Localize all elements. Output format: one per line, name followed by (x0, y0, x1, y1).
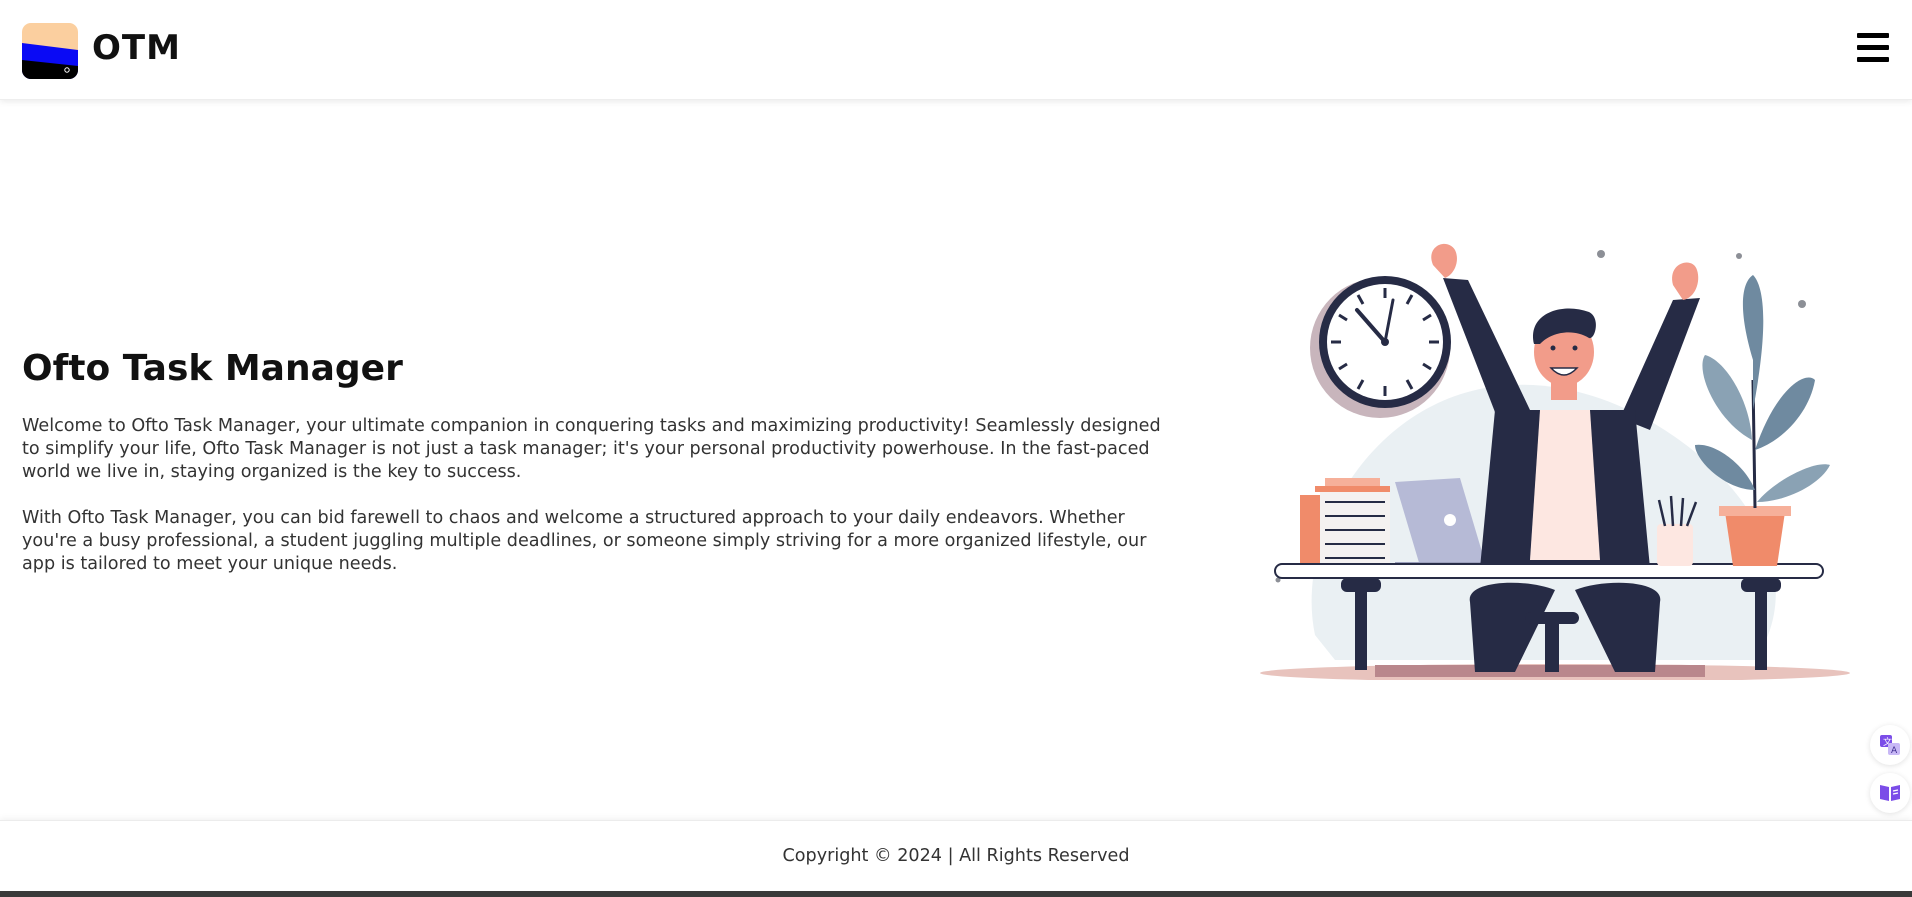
translate-icon[interactable]: 文 A (1870, 725, 1910, 765)
copyright-text: Copyright © 2024 | All Rights Reserved (782, 846, 1130, 866)
brand-name[interactable]: OTM (92, 28, 181, 68)
site-footer: Copyright © 2024 | All Rights Reserved (0, 820, 1912, 891)
hero-paragraph-intro: Welcome to Ofto Task Manager, your ultim… (22, 416, 1161, 482)
otm-logo-icon[interactable] (22, 23, 78, 79)
reader-book-icon[interactable] (1870, 773, 1910, 813)
hamburger-menu-icon[interactable] (1857, 33, 1891, 63)
top-navbar: OTM (0, 0, 1912, 100)
businessman-illustration (1255, 240, 1855, 682)
hero-title: Ofto Task Manager (22, 348, 403, 389)
taskbar-strip (0, 891, 1912, 897)
hero-paragraph-details: With Ofto Task Manager, you can bid fare… (22, 508, 1147, 574)
svg-text:A: A (1891, 746, 1898, 756)
